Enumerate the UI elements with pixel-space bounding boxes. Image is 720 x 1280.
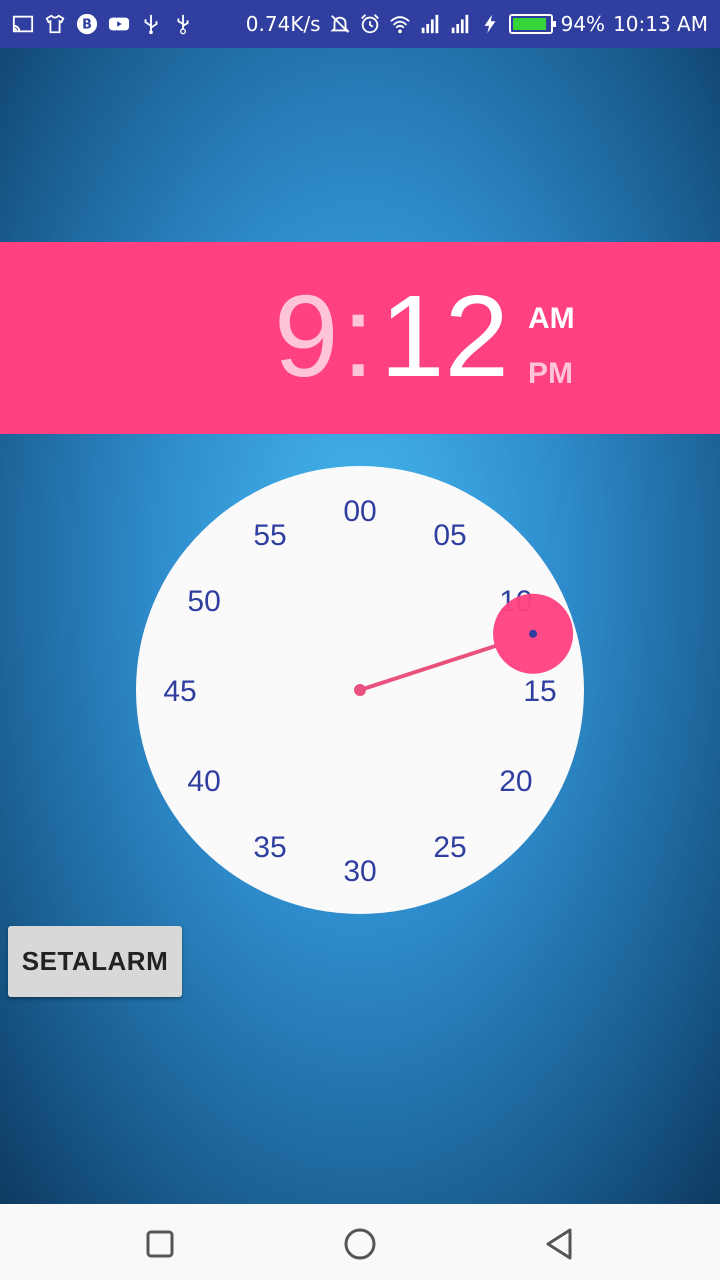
dial-label-30[interactable]: 30 <box>343 855 376 888</box>
dial-label-50[interactable]: 50 <box>187 585 220 618</box>
signal-icon-2 <box>449 13 471 35</box>
dial-label-15[interactable]: 15 <box>523 675 556 708</box>
battery-icon <box>508 14 556 34</box>
minute-display[interactable]: 12 <box>380 278 509 394</box>
dial-label-00[interactable]: 00 <box>343 495 376 528</box>
svg-text:B: B <box>82 18 92 33</box>
set-alarm-button[interactable]: SETALARM <box>8 926 182 997</box>
dial-label-35[interactable]: 35 <box>253 831 286 864</box>
dial-center-dot <box>354 684 366 696</box>
youtube-icon <box>108 13 130 35</box>
usb-icon <box>140 13 162 35</box>
usb-debug-icon <box>172 13 194 35</box>
dial-label-05[interactable]: 05 <box>433 519 466 552</box>
dial-label-25[interactable]: 25 <box>433 831 466 864</box>
status-bar: B 0.74K/s 94% 10:13 AM <box>0 0 720 48</box>
wifi-icon <box>389 13 411 35</box>
time-separator: : <box>342 271 375 401</box>
navigation-bar <box>0 1204 720 1280</box>
dial-label-55[interactable]: 55 <box>253 519 286 552</box>
home-icon[interactable] <box>340 1224 380 1264</box>
am-toggle[interactable]: AM <box>528 302 575 336</box>
hour-display[interactable]: 9 <box>274 278 339 394</box>
tshirt-icon <box>44 13 66 35</box>
status-time: 10:13 AM <box>613 12 708 36</box>
b-circle-icon: B <box>76 13 98 35</box>
signal-icon <box>419 13 441 35</box>
pm-toggle[interactable]: PM <box>528 357 573 391</box>
dial-label-45[interactable]: 45 <box>163 675 196 708</box>
charging-icon <box>479 13 501 35</box>
minute-dial[interactable]: 000510152025303540455055 <box>136 466 584 914</box>
net-speed: 0.74K/s <box>245 12 321 36</box>
recent-apps-icon[interactable] <box>140 1224 180 1264</box>
cast-icon <box>12 13 34 35</box>
notifications-off-icon <box>329 13 351 35</box>
alarm-icon <box>359 13 381 35</box>
dial-label-20[interactable]: 20 <box>499 765 532 798</box>
dial-selector-dot <box>529 629 538 638</box>
dial-label-40[interactable]: 40 <box>187 765 220 798</box>
battery-percent: 94% <box>560 12 606 36</box>
back-icon[interactable] <box>540 1224 580 1264</box>
